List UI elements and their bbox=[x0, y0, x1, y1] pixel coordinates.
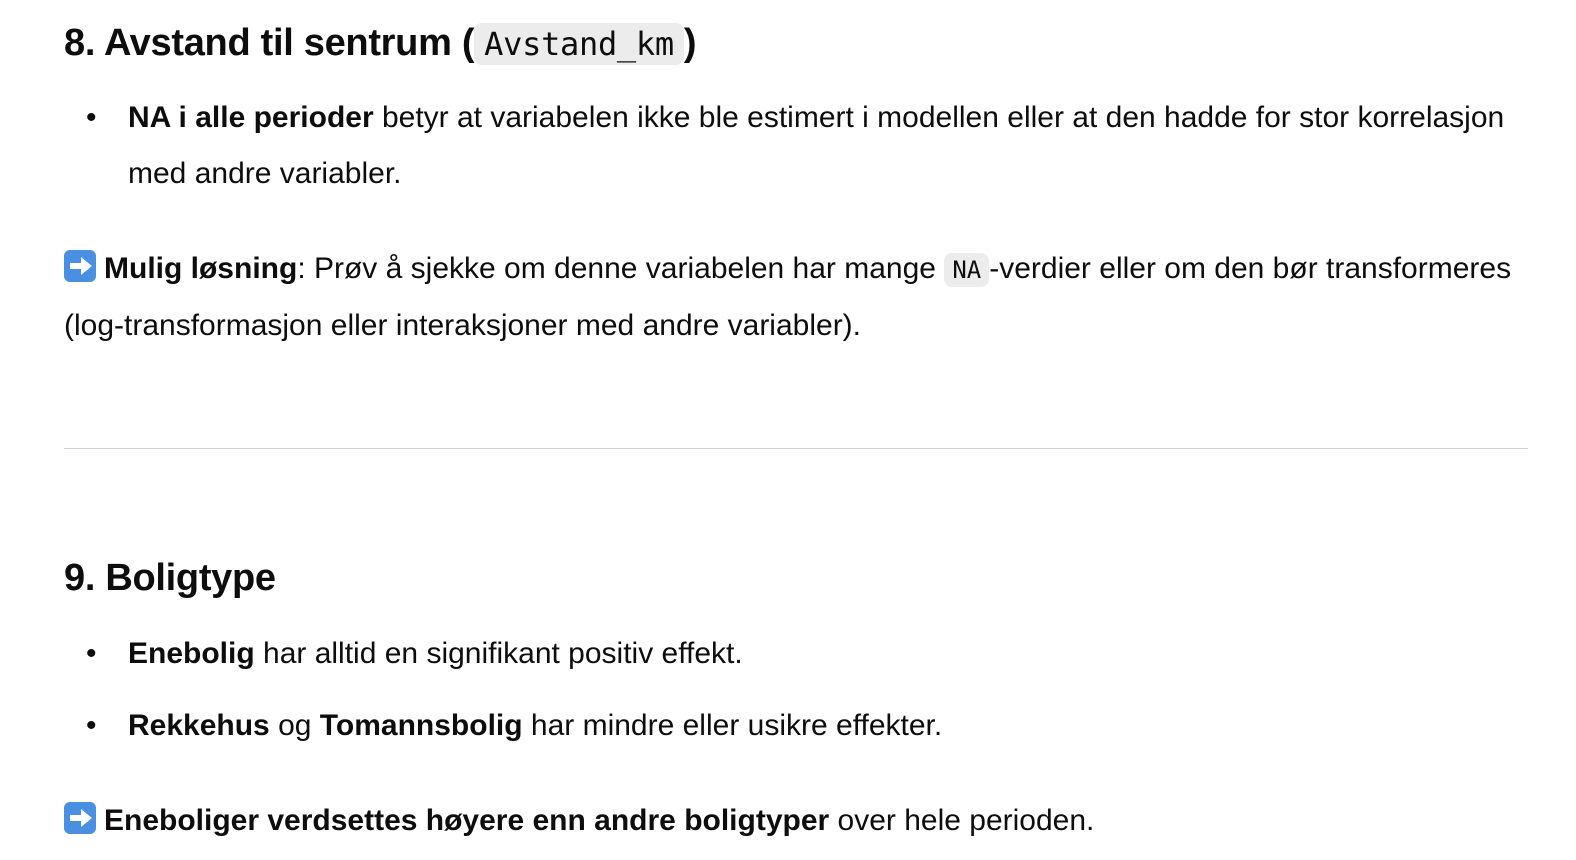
solution-code: NA bbox=[944, 253, 990, 287]
section-8-heading: 8. Avstand til sentrum (Avstand_km) bbox=[64, 17, 697, 70]
bullet-bold-text: NA i alle perioder bbox=[128, 101, 374, 134]
section-divider bbox=[64, 448, 1528, 449]
bullet-dot: • bbox=[86, 709, 97, 742]
bullet-bold-text: Rekkehus bbox=[128, 709, 270, 742]
section-8-bullet-list: • NA i alle perioder betyr at variabelen… bbox=[64, 90, 1528, 202]
section-9-bullet-list: • Enebolig har alltid en signifikant pos… bbox=[64, 626, 1528, 754]
bullet-text: har alltid en signifikant positiv effekt… bbox=[254, 637, 743, 670]
list-item: • Enebolig har alltid en signifikant pos… bbox=[64, 626, 1528, 682]
list-item: • NA i alle perioder betyr at variabelen… bbox=[64, 90, 1528, 202]
bullet-bold-text-2: Tomannsbolig bbox=[319, 709, 523, 742]
bullet-dot: • bbox=[86, 637, 97, 670]
conclusion-text: over hele perioden. bbox=[829, 804, 1095, 837]
bullet-dot: • bbox=[86, 101, 97, 134]
section-8-heading-code: Avstand_km bbox=[474, 23, 684, 65]
section-9-conclusion: Eneboliger verdsettes høyere enn andre b… bbox=[64, 793, 1528, 849]
list-item: • Rekkehus og Tomannsbolig har mindre el… bbox=[64, 698, 1528, 754]
bullet-mid-text: og bbox=[269, 709, 320, 742]
solution-text-before-code: : Prøv å sjekke om denne variabelen har … bbox=[297, 252, 945, 285]
bullet-text: har mindre eller usikre effekter. bbox=[522, 709, 943, 742]
solution-bold-text: Mulig løsning bbox=[104, 252, 298, 285]
section-8-solution: Mulig løsning: Prøv å sjekke om denne va… bbox=[64, 241, 1528, 354]
section-9-heading: 9. Boligtype bbox=[64, 557, 276, 599]
right-arrow-icon bbox=[64, 250, 96, 282]
section-8-heading-suffix: ) bbox=[683, 22, 697, 64]
right-arrow-icon bbox=[64, 802, 96, 834]
conclusion-bold-text: Eneboliger verdsettes høyere enn andre b… bbox=[104, 804, 830, 837]
section-8-heading-prefix: 8. Avstand til sentrum ( bbox=[64, 22, 475, 64]
bullet-bold-text: Enebolig bbox=[128, 637, 255, 670]
